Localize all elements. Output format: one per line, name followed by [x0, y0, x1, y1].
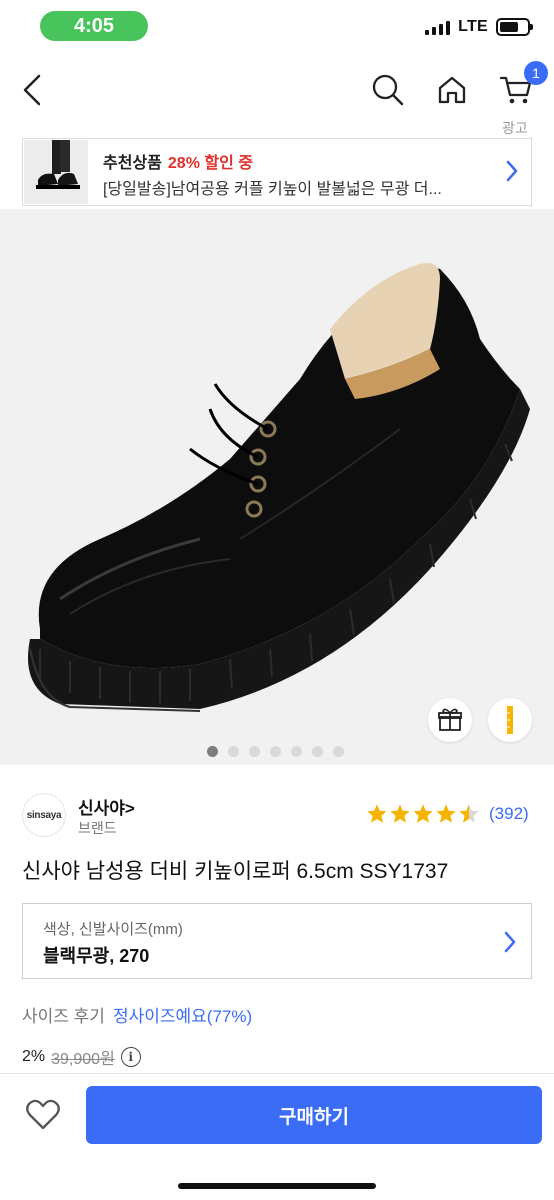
chevron-right-icon: [505, 159, 519, 188]
brand-logo[interactable]: sinsaya: [22, 793, 66, 837]
signal-icon: [425, 19, 451, 35]
image-pagination: [207, 746, 344, 757]
product-title: 신사야 남성용 더비 키높이로퍼 6.5cm SSY1737: [22, 860, 449, 883]
half-star-icon: [459, 804, 479, 823]
brand-name-link[interactable]: 신사야>: [78, 794, 135, 819]
brand-subtitle: 브랜드: [78, 820, 117, 836]
pagination-dot[interactable]: [291, 746, 302, 757]
star-icon: [367, 804, 387, 823]
ad-headline: 추천상품 28% 할인 중: [103, 149, 253, 173]
star-icon: [413, 804, 433, 823]
back-icon[interactable]: [12, 70, 52, 110]
heart-icon[interactable]: [22, 1095, 64, 1135]
ad-product-text: [당일발송]남여공용 커플 키높이 발볼넓은 무광 더...: [103, 181, 442, 198]
pagination-dot[interactable]: [207, 746, 218, 757]
status-indicators: LTE: [425, 18, 533, 36]
rating[interactable]: (392): [366, 803, 529, 825]
discount-percent: 2%: [22, 1048, 46, 1065]
top-nav: [0, 60, 554, 120]
star-icon: [390, 804, 410, 823]
ad-banner[interactable]: 추천상품 28% 할인 중 [당일발송]남여공용 커플 키높이 발볼넓은 무광 더…: [22, 138, 532, 206]
option-selector[interactable]: 색상, 신발사이즈(mm) 블랙무광, 270: [22, 903, 532, 979]
original-price: 39,900원: [51, 1051, 115, 1068]
home-icon[interactable]: [432, 70, 472, 110]
ad-discount: 28% 할인 중: [167, 155, 253, 172]
ruler-icon[interactable]: [488, 698, 532, 742]
home-indicator[interactable]: [178, 1183, 376, 1189]
search-icon[interactable]: [368, 70, 408, 110]
network-label: LTE: [458, 18, 488, 35]
pagination-dot[interactable]: [333, 746, 344, 757]
ad-tag: 추천상품: [103, 155, 162, 172]
battery-icon: [496, 18, 533, 36]
info-icon[interactable]: i: [120, 1047, 141, 1067]
chevron-right-icon: [503, 930, 517, 959]
size-review-label: 사이즈 후기: [22, 1007, 105, 1026]
option-value: 블랙무광, 270: [43, 946, 150, 966]
ad-label: 광고: [502, 120, 528, 136]
product-image[interactable]: [0, 209, 554, 765]
review-count: (392): [489, 804, 529, 823]
buy-button[interactable]: 구매하기: [86, 1086, 542, 1144]
ad-thumbnail: [24, 140, 88, 204]
star-icon: [436, 804, 456, 823]
pagination-dot[interactable]: [312, 746, 323, 757]
status-time: 4:05: [40, 11, 148, 41]
status-bar: 4:05 LTE: [0, 0, 554, 54]
pagination-dot[interactable]: [270, 746, 281, 757]
gift-icon[interactable]: [428, 698, 472, 742]
pagination-dot[interactable]: [249, 746, 260, 757]
option-label: 색상, 신발사이즈(mm): [43, 921, 183, 938]
size-review-link[interactable]: 정사이즈예요(77%): [113, 1007, 252, 1026]
pagination-dot[interactable]: [228, 746, 239, 757]
price-row: 2% 39,900원 i: [22, 1045, 141, 1069]
cart-count-badge: 1: [524, 61, 548, 85]
size-review: 사이즈 후기 정사이즈예요(77%): [22, 1002, 252, 1027]
